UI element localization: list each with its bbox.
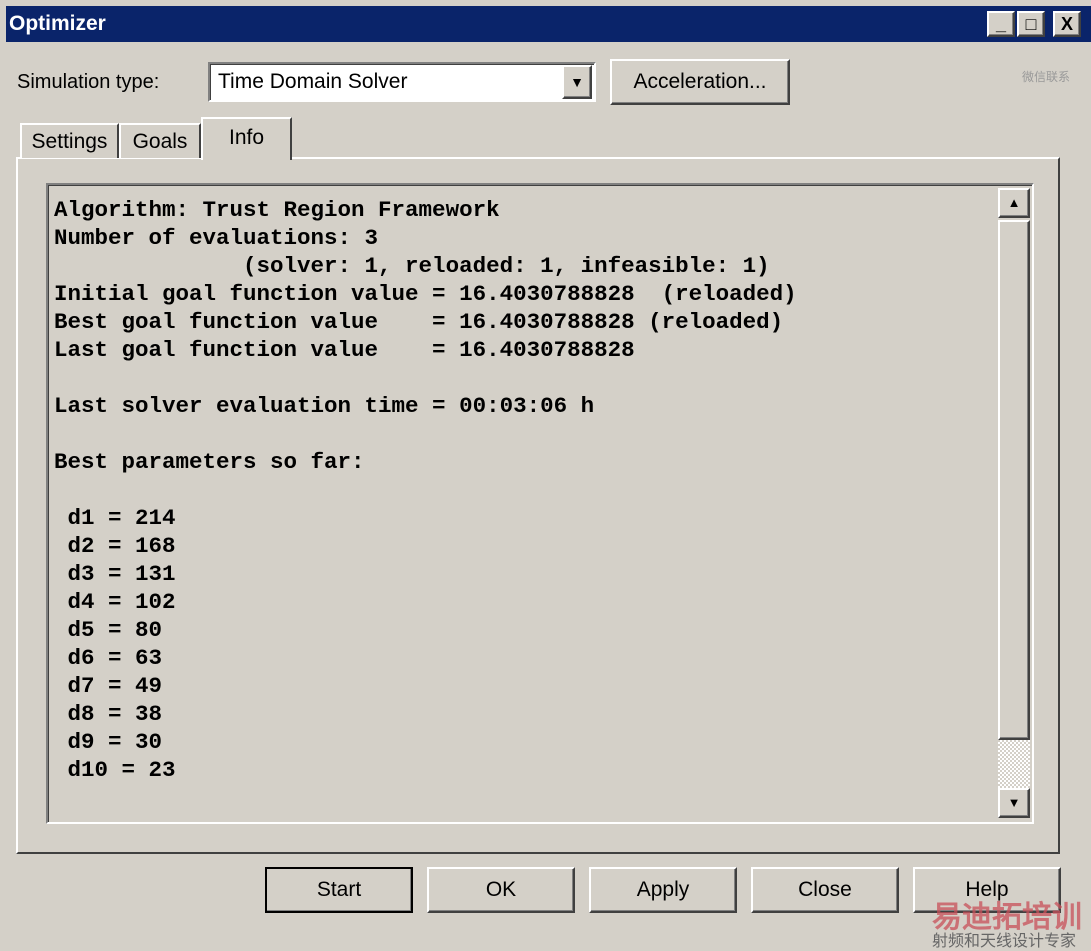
scroll-track[interactable]	[998, 740, 1030, 788]
watermark-subtitle: 射频和天线设计专家	[932, 933, 1077, 950]
info-line: d4 = 102	[54, 589, 176, 615]
simulation-type-value: Time Domain Solver	[218, 70, 408, 93]
info-line: d5 = 80	[54, 617, 163, 643]
info-line: Best parameters so far:	[54, 449, 365, 475]
apply-button[interactable]: Apply	[589, 867, 737, 913]
vertical-scrollbar[interactable]: ▲ ▼	[998, 188, 1030, 818]
window-title: Optimizer	[9, 12, 106, 35]
info-line: d1 = 214	[54, 505, 176, 531]
info-line: Last solver evaluation time = 00:03:06 h	[54, 393, 595, 419]
ok-button[interactable]: OK	[427, 867, 575, 913]
maximize-button[interactable]: □	[1017, 11, 1045, 37]
info-line: d3 = 131	[54, 561, 176, 587]
info-line: d7 = 49	[54, 673, 163, 699]
scroll-thumb[interactable]	[998, 220, 1030, 740]
tab-info[interactable]: Info	[201, 117, 292, 160]
start-button[interactable]: Start	[265, 867, 413, 913]
info-line: d10 = 23	[54, 757, 176, 783]
simulation-type-select[interactable]: Time Domain Solver ▼	[208, 62, 596, 102]
minimize-button[interactable]: _	[987, 11, 1015, 37]
simulation-type-label: Simulation type:	[17, 71, 160, 93]
tab-settings[interactable]: Settings	[20, 123, 119, 158]
qr-caption: 微信联系	[1022, 70, 1071, 84]
info-line: (solver: 1, reloaded: 1, infeasible: 1)	[54, 253, 770, 279]
close-button[interactable]: Close	[751, 867, 899, 913]
info-line: Algorithm: Trust Region Framework	[54, 197, 500, 223]
chevron-down-icon[interactable]: ▼	[562, 65, 592, 99]
tab-goals[interactable]: Goals	[119, 123, 201, 158]
info-line: d2 = 168	[54, 533, 176, 559]
info-text: Algorithm: Trust Region Framework Number …	[50, 188, 996, 818]
info-line: Initial goal function value = 16.4030788…	[54, 281, 797, 307]
info-line	[50, 420, 996, 448]
info-line: d9 = 30	[54, 729, 163, 755]
info-line: Number of evaluations: 3	[54, 225, 379, 251]
scroll-up-button[interactable]: ▲	[998, 188, 1030, 218]
info-line: Last goal function value = 16.4030788828	[54, 337, 635, 363]
info-line	[50, 476, 996, 504]
info-line: d6 = 63	[54, 645, 163, 671]
info-line: d8 = 38	[54, 701, 163, 727]
info-line	[50, 364, 996, 392]
acceleration-button[interactable]: Acceleration...	[610, 59, 790, 105]
title-bar: Optimizer	[6, 6, 1091, 42]
scroll-down-button[interactable]: ▼	[998, 788, 1030, 818]
info-line: Best goal function value = 16.4030788828…	[54, 309, 784, 335]
close-window-button[interactable]: X	[1053, 11, 1081, 37]
